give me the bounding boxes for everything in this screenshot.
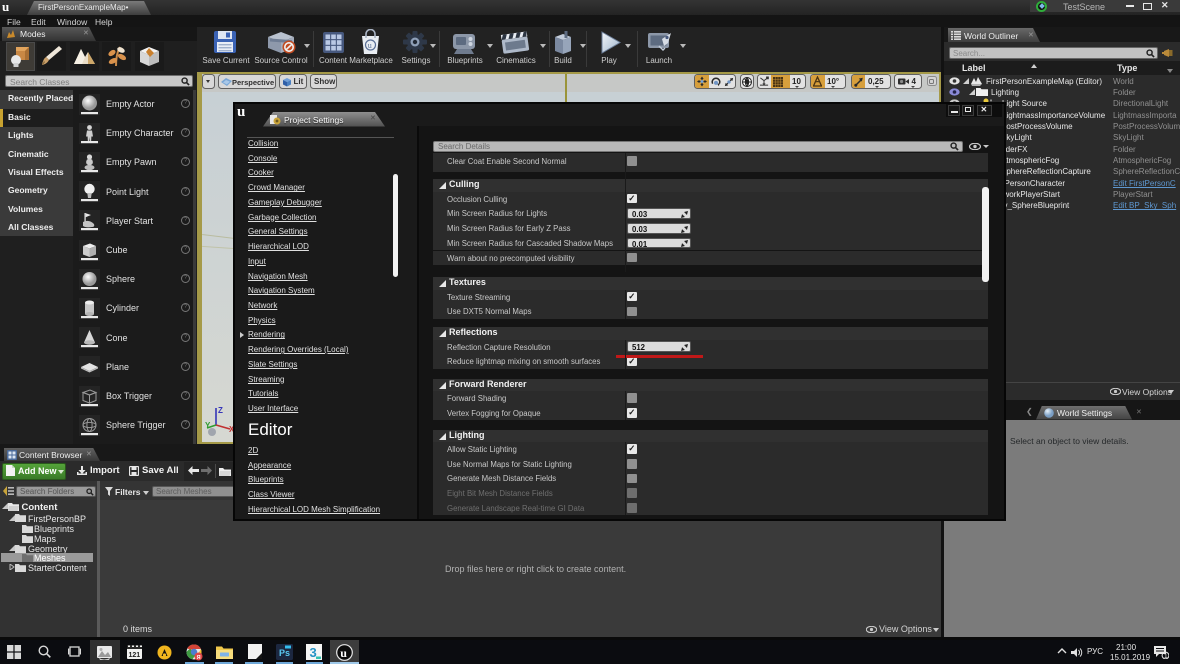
svg-text:1: 1 xyxy=(1164,653,1168,659)
svg-text:Ps: Ps xyxy=(279,648,290,658)
svg-text:Я: Я xyxy=(197,655,201,661)
svg-text:u: u xyxy=(368,41,372,50)
svg-text:u: u xyxy=(340,646,347,660)
svg-text:Z: Z xyxy=(218,406,223,415)
svg-text:3: 3 xyxy=(310,645,317,660)
svg-text:121: 121 xyxy=(129,652,141,659)
